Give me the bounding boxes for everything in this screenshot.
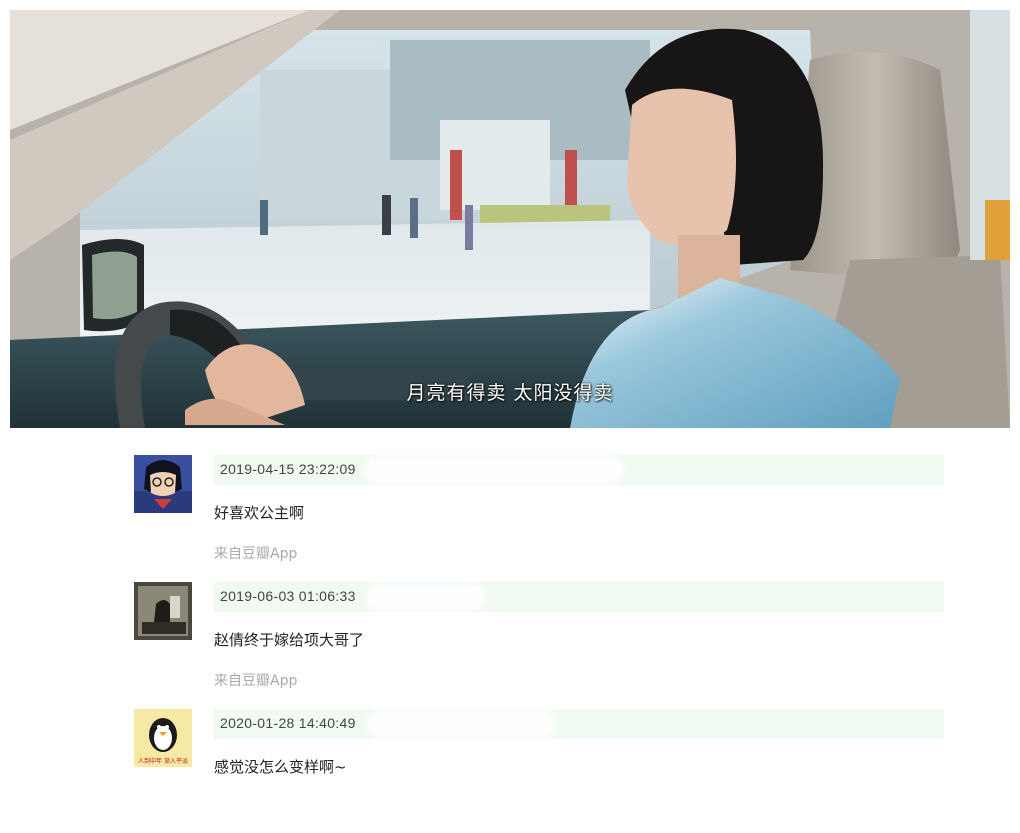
comment-item: 人到中年 渐入平淡 2020-01-28 14:40:49 感觉没怎么变样啊~	[132, 706, 946, 833]
comment-meta-bar: 2020-01-28 14:40:49	[214, 709, 944, 739]
comment-text: 好喜欢公主啊	[214, 504, 305, 522]
redacted-username	[364, 457, 624, 483]
anime-boy-avatar-icon	[134, 455, 192, 513]
video-subtitle: 月亮有得卖 太阳没得卖	[406, 382, 614, 404]
video-frame: 月亮有得卖 太阳没得卖	[10, 10, 1010, 428]
comment-timestamp: 2020-01-28 14:40:49	[220, 715, 356, 731]
comment-item: 2019-04-15 23:22:09 好喜欢公主啊 来自豆瓣App	[132, 452, 946, 579]
comment-list: 2019-04-15 23:22:09 好喜欢公主啊 来自豆瓣App 2019-…	[132, 452, 946, 833]
redacted-username	[366, 584, 486, 610]
comment-meta-bar: 2019-04-15 23:22:09	[214, 455, 944, 485]
comment-item: 2019-06-03 01:06:33 赵倩终于嫁给项大哥了 来自豆瓣App	[132, 579, 946, 706]
comment-meta-bar: 2019-06-03 01:06:33	[214, 582, 944, 612]
comment-source: 来自豆瓣App	[214, 673, 298, 689]
comment-timestamp: 2019-04-15 23:22:09	[220, 461, 356, 477]
comment-timestamp: 2019-06-03 01:06:33	[220, 588, 356, 604]
comment-source: 来自豆瓣App	[214, 546, 298, 562]
car-scene-image	[10, 10, 1010, 428]
redacted-username	[366, 711, 556, 737]
penguin-avatar-icon: 人到中年 渐入平淡	[134, 709, 192, 767]
comment-text: 感觉没怎么变样啊~	[214, 758, 347, 776]
old-photo-avatar-icon	[134, 582, 192, 640]
user-avatar[interactable]	[134, 582, 192, 640]
user-avatar[interactable]	[134, 455, 192, 513]
comment-text: 赵倩终于嫁给项大哥了	[214, 631, 365, 649]
user-avatar[interactable]: 人到中年 渐入平淡	[134, 709, 192, 767]
avatar-caption: 人到中年 渐入平淡	[138, 757, 188, 765]
